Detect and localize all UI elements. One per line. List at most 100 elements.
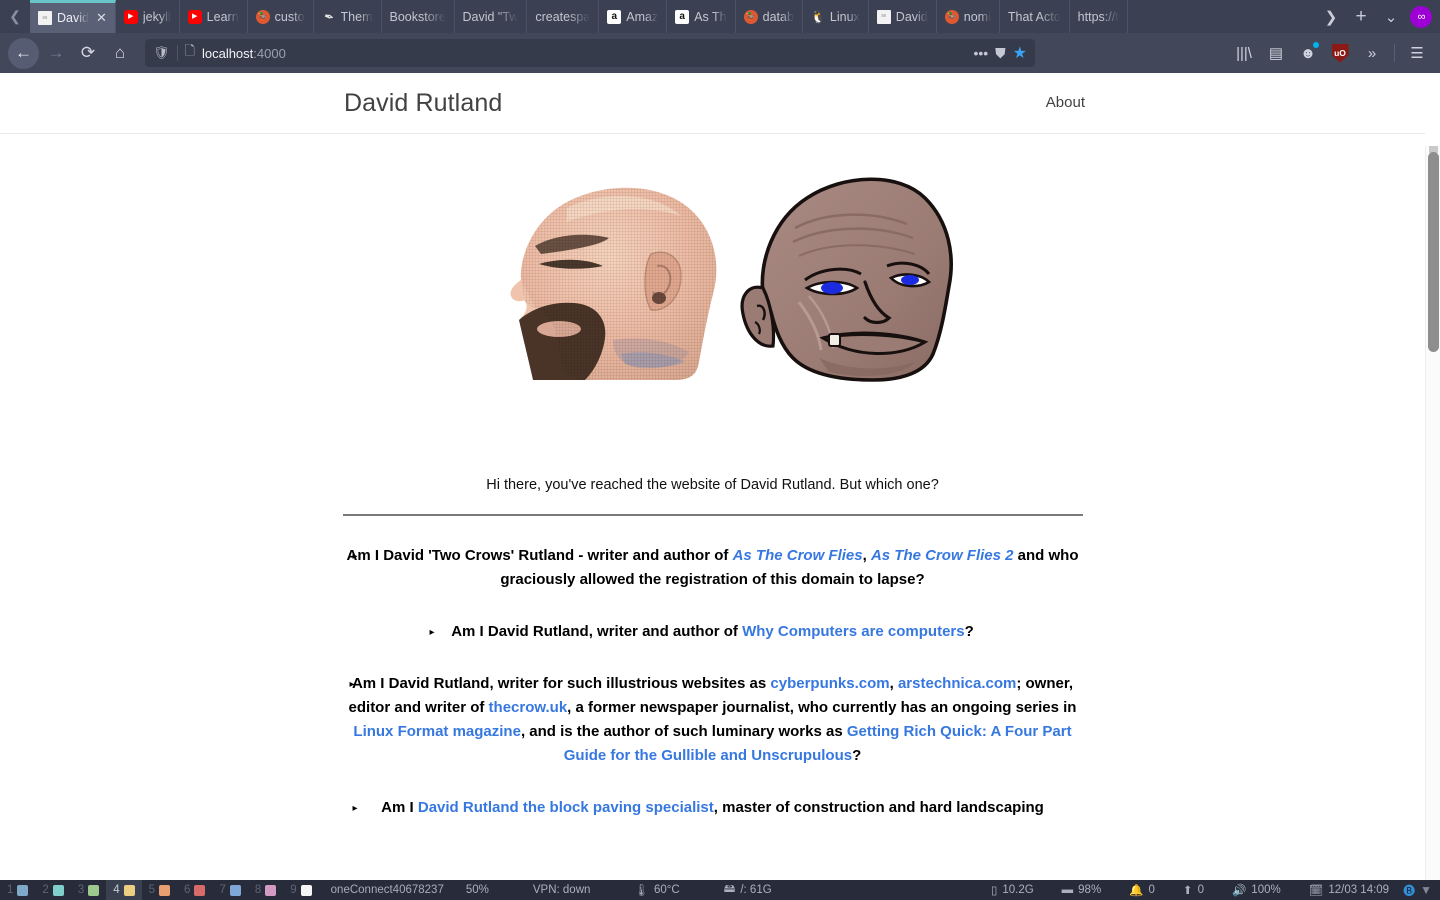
hamburger-menu-icon[interactable]: ☰ <box>1402 38 1432 68</box>
account-icon[interactable]: ☻ <box>1293 38 1323 68</box>
forward-button[interactable]: → <box>41 38 71 68</box>
browser-tab[interactable]: Learn <box>179 0 248 33</box>
question-text: ? <box>852 747 862 764</box>
content-link[interactable]: Linux Format magazine <box>353 723 521 740</box>
browser-tab[interactable]: https://t <box>1069 0 1128 33</box>
content-link[interactable]: cyberpunks.com <box>770 675 889 692</box>
pocket-icon[interactable]: ⛊ <box>995 45 1006 62</box>
browser-tab[interactable]: Linux <box>802 0 869 33</box>
avatar[interactable]: ∞ <box>1410 5 1432 28</box>
vpn-status[interactable]: VPN: down <box>511 884 613 896</box>
page-scrollbar[interactable] <box>1425 146 1440 880</box>
library-icon[interactable]: |||\ <box>1229 38 1259 68</box>
temperature-status[interactable]: 🌡 60°C <box>612 883 701 897</box>
browser-tab[interactable]: David <box>868 0 937 33</box>
browser-tab[interactable]: As Th <box>667 0 736 33</box>
home-button[interactable]: ⌂ <box>105 38 135 68</box>
question-item: ▸ Am I David 'Two Crows' Rutland - writer… <box>343 544 1083 592</box>
content-link[interactable]: As The Crow Flies 2 <box>871 547 1014 564</box>
bullet-icon: ▸ <box>352 551 358 562</box>
workspace-number: 5 <box>148 884 156 896</box>
workspace-button[interactable]: 5 <box>142 880 177 900</box>
star-icon[interactable]: ★ <box>1013 43 1027 63</box>
disk-status[interactable]: 🖴 /: 61G <box>702 881 794 900</box>
workspace-number: 1 <box>7 884 14 896</box>
wifi-icon[interactable]: ▼ <box>1420 883 1432 897</box>
url-port: :4000 <box>253 45 286 61</box>
browser-tab[interactable]: datab <box>735 0 803 33</box>
ellipsis-icon[interactable]: ••• <box>973 45 988 61</box>
browser-tab[interactable]: Them <box>313 0 382 33</box>
list-all-tabs-icon[interactable]: ⌄ <box>1376 0 1406 33</box>
sidebar-icon[interactable]: ▤ <box>1261 38 1291 68</box>
content-link[interactable]: arstechnica.com <box>898 675 1016 692</box>
nav-link-about[interactable]: About <box>1046 94 1085 111</box>
taskbar-window-title[interactable]: oneConnect40678237 <box>331 884 444 896</box>
tab-label: custo <box>274 9 305 24</box>
browser-tab[interactable]: custo <box>247 0 314 33</box>
browser-tab[interactable]: Bookstore <box>381 0 455 33</box>
workspace-button[interactable]: 4 <box>106 880 142 900</box>
notifications-status[interactable]: 🔔 0 <box>1115 883 1169 897</box>
workspace-button[interactable]: 3 <box>71 880 106 900</box>
content-link[interactable]: As The Crow Flies <box>733 547 863 564</box>
tab-label: nomi <box>963 9 991 24</box>
bluetooth-icon[interactable]: 🅑 <box>1403 882 1415 899</box>
workspace-button[interactable]: 1 <box>0 880 35 900</box>
bullet-icon: ▸ <box>429 627 435 638</box>
temperature-value: 60°C <box>654 884 680 896</box>
tab-scroll-right-button[interactable]: ❯ <box>1316 0 1346 33</box>
workspace-swatch <box>159 884 171 896</box>
memory-status[interactable]: ▯ 10.2G <box>977 883 1048 897</box>
navigation-toolbar: ← → ⟳ ⌂ 🛡 🗋 localhost:4000 ••• ⛊ ★ |||\ … <box>0 33 1440 73</box>
content-link[interactable]: thecrow.uk <box>489 699 568 716</box>
memory-icon: ▯ <box>990 885 998 897</box>
overflow-icon[interactable]: » <box>1357 38 1387 68</box>
clock-status[interactable]: 🗓 12/03 14:09 <box>1295 883 1403 897</box>
shield-icon[interactable]: 🛡 <box>153 45 170 61</box>
cpu-status[interactable]: 50% <box>444 884 511 896</box>
workspace-button[interactable]: 7 <box>212 880 247 900</box>
tab-label: datab <box>762 9 794 24</box>
browser-tab[interactable]: David "Tw <box>454 0 528 33</box>
new-tab-button[interactable]: + <box>1346 0 1376 33</box>
battery-status[interactable]: ▬ 98% <box>1048 884 1116 896</box>
content-link[interactable]: Why Computers are computers <box>742 623 965 640</box>
content-link[interactable]: David Rutland the block paving specialis… <box>418 799 714 816</box>
updates-count: 0 <box>1197 884 1204 896</box>
ublock-icon[interactable]: uO <box>1325 38 1355 68</box>
taskbar-status-left: 50% VPN: down 🌡 60°C 🖴 /: 61G <box>444 881 794 900</box>
browser-tab[interactable]: jekyll <box>115 0 180 33</box>
scrollbar-thumb[interactable] <box>1428 152 1439 352</box>
workspace-button[interactable]: 2 <box>35 880 70 900</box>
mask-avatar-icon: ∞ <box>1417 10 1426 23</box>
browser-tab[interactable]: That Acto <box>999 0 1070 33</box>
browser-tab[interactable]: David ✕ <box>30 0 116 33</box>
back-button[interactable]: ← <box>8 37 39 69</box>
tux-icon <box>811 10 825 24</box>
updates-status[interactable]: ⬆ 0 <box>1169 883 1218 897</box>
workspace-button[interactable]: 6 <box>177 880 212 900</box>
question-text: Am I David Rutland, writer for such illu… <box>351 675 771 692</box>
browser-tab[interactable]: createspa <box>527 0 600 33</box>
workspace-button[interactable]: 8 <box>248 880 283 900</box>
workspace-number: 3 <box>77 884 85 896</box>
workspace-swatch <box>123 884 135 896</box>
workspace-swatch <box>300 884 312 896</box>
workspace-number: 7 <box>219 884 226 896</box>
reload-button[interactable]: ⟳ <box>73 38 103 68</box>
close-icon[interactable]: ✕ <box>96 10 107 26</box>
browser-tab[interactable]: nomi <box>936 0 1000 33</box>
updates-icon: ⬆ <box>1182 885 1193 897</box>
youtube-icon <box>187 9 202 24</box>
browser-tab[interactable]: Amaz <box>599 0 668 33</box>
workspace-swatch <box>17 884 29 896</box>
volume-status[interactable]: 🔊 100% <box>1218 883 1295 897</box>
address-bar[interactable]: 🛡 🗋 localhost:4000 ••• ⛊ ★ <box>145 39 1035 67</box>
workspace-button[interactable]: 9 <box>283 880 318 900</box>
workspace-swatch <box>52 884 64 896</box>
question-text: ? <box>964 623 974 640</box>
tab-scroll-left-button[interactable]: ❮ <box>0 0 30 33</box>
speaker-icon: 🔊 <box>1231 885 1247 897</box>
tab-label: David "Tw <box>462 9 519 24</box>
